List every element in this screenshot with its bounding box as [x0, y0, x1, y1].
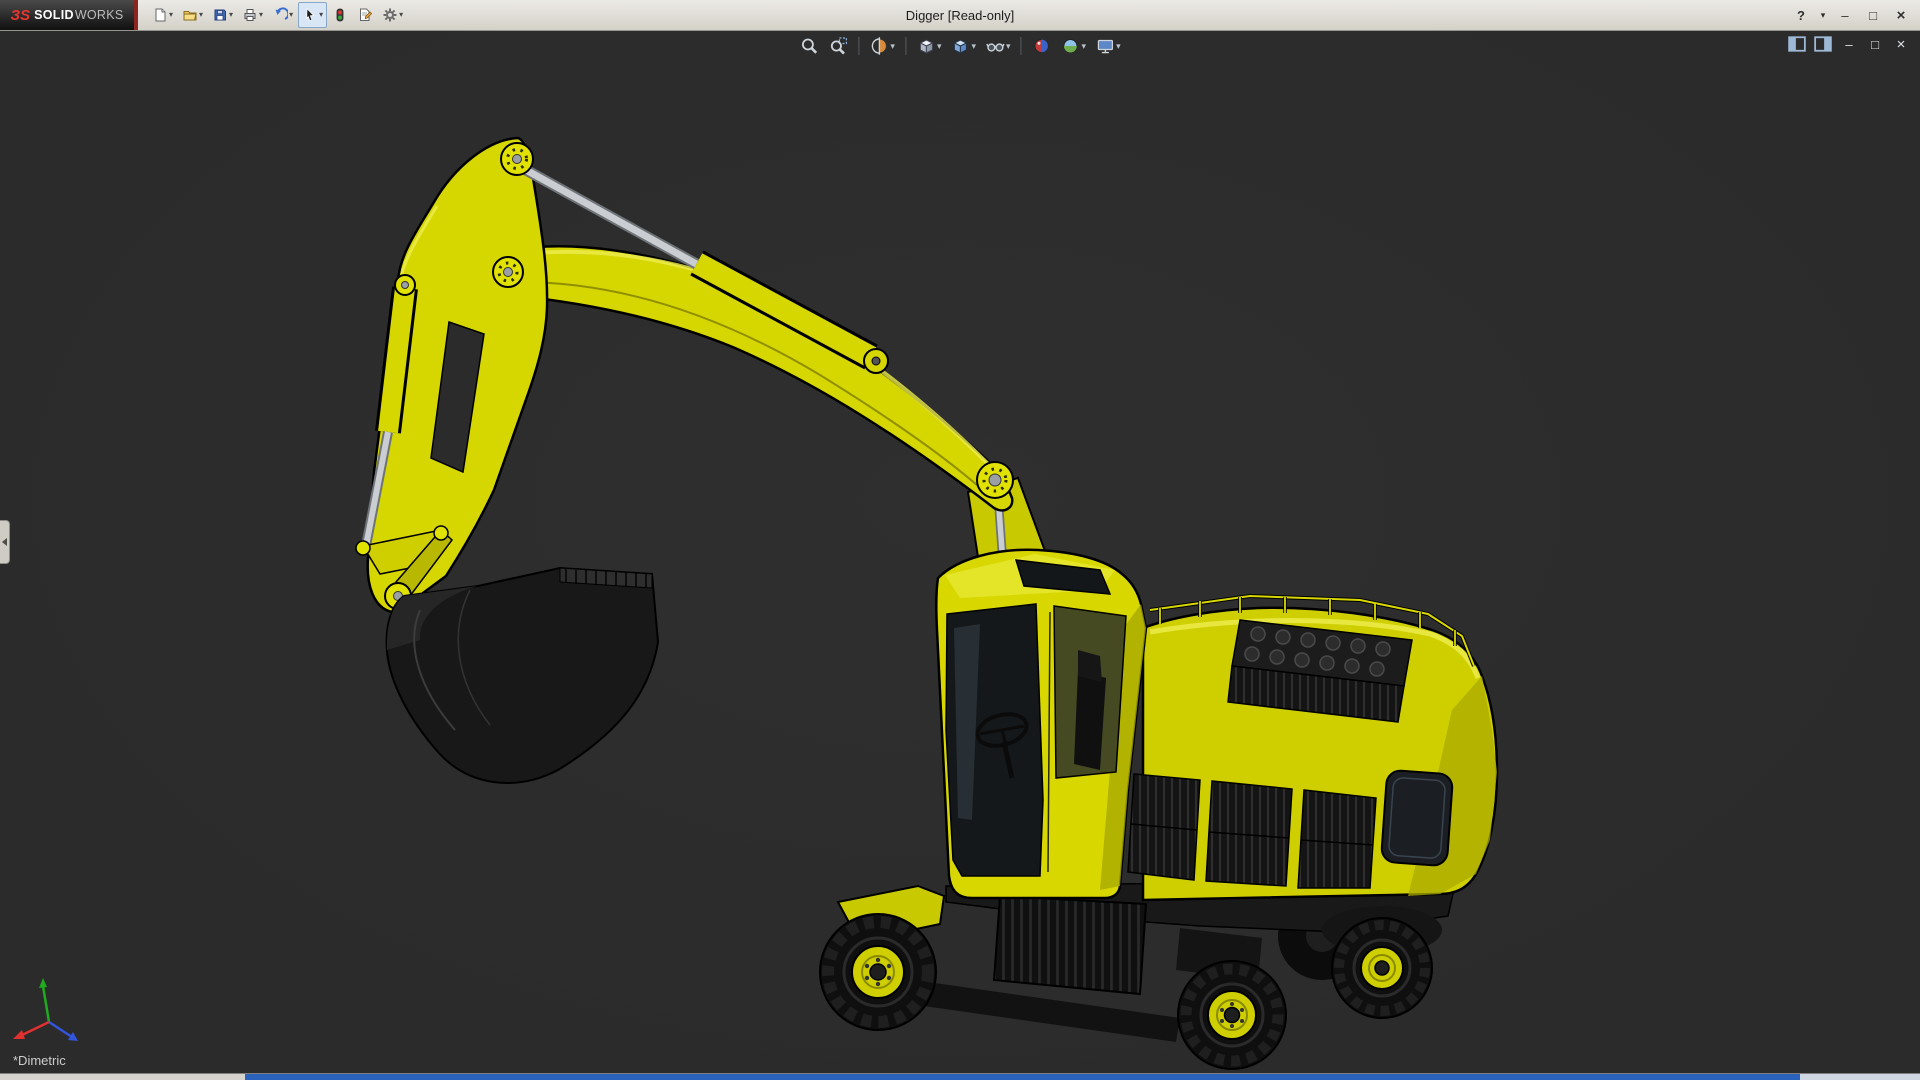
- maximize-button[interactable]: □: [1860, 3, 1886, 27]
- section-view-icon: [869, 36, 889, 56]
- pane-right-icon[interactable]: [1814, 36, 1832, 52]
- view-orientation-button[interactable]: ▾: [914, 35, 944, 57]
- new-document-button[interactable]: ▾: [148, 2, 177, 28]
- edit-appearance-button[interactable]: [1030, 35, 1054, 57]
- close-button[interactable]: ×: [1888, 3, 1914, 27]
- options-gear-icon: [382, 7, 398, 23]
- print-button[interactable]: ▾: [238, 2, 267, 28]
- select-tool-button[interactable]: ▾: [298, 2, 327, 28]
- zoom-to-fit-icon: [799, 36, 819, 56]
- edit-appearance-ball-icon: [1032, 36, 1052, 56]
- zoom-to-fit-button[interactable]: [797, 35, 821, 57]
- file-properties-button[interactable]: [353, 2, 377, 28]
- view-settings-icon: [1095, 36, 1115, 56]
- display-style-dropdown[interactable]: ▾: [971, 42, 976, 51]
- minimize-button[interactable]: –: [1832, 3, 1858, 27]
- save-icon: [212, 7, 228, 23]
- zoom-to-area-icon: [828, 36, 848, 56]
- help-button[interactable]: ?: [1788, 3, 1814, 27]
- view-orientation-label: *Dimetric: [13, 1053, 66, 1068]
- excavator-model[interactable]: [356, 138, 1497, 1069]
- undo-dropdown[interactable]: ▾: [289, 11, 293, 19]
- brand-name-bold: SOLID: [34, 8, 74, 22]
- bucket[interactable]: [387, 568, 658, 783]
- rebuild-button[interactable]: [328, 2, 352, 28]
- document-minimize-button[interactable]: –: [1840, 36, 1858, 52]
- select-cursor-icon: [302, 7, 318, 23]
- collapse-arrow-icon: [2, 538, 7, 546]
- save-button[interactable]: ▾: [208, 2, 237, 28]
- orientation-triad: [13, 978, 78, 1041]
- options-button[interactable]: ▾: [378, 2, 407, 28]
- view-settings-dropdown[interactable]: ▾: [1116, 42, 1121, 51]
- hide-show-dropdown[interactable]: ▾: [1006, 42, 1011, 51]
- solidworks-logo: ЗS SOLID WORKS: [0, 0, 134, 30]
- print-icon: [242, 7, 258, 23]
- main-toolbar: ▾ ▾ ▾ ▾: [148, 2, 407, 28]
- rebuild-traffic-light-icon: [332, 7, 348, 23]
- apply-scene-button[interactable]: ▾: [1059, 35, 1089, 57]
- open-folder-icon: [182, 7, 198, 23]
- print-dropdown[interactable]: ▾: [259, 11, 263, 19]
- document-close-button[interactable]: ×: [1892, 36, 1910, 52]
- window-controls: ? ▾ – □ ×: [1788, 3, 1920, 27]
- brand-name-light: WORKS: [75, 8, 124, 22]
- options-dropdown[interactable]: ▾: [399, 11, 403, 19]
- undo-button[interactable]: ▾: [268, 2, 297, 28]
- document-restore-button[interactable]: □: [1866, 36, 1884, 52]
- wheel-rear-right[interactable]: [1332, 918, 1432, 1018]
- display-style-button[interactable]: ▾: [948, 35, 978, 57]
- document-window-controls: – □ ×: [1788, 36, 1910, 52]
- dassault-logo-glyph: ЗS: [10, 7, 30, 24]
- title-bar: ЗS SOLID WORKS ▾ ▾ ▾: [0, 0, 1920, 31]
- taskbar-left-segment: [0, 1074, 245, 1080]
- hud-separator: [905, 37, 906, 55]
- featuremanager-flyout-tab[interactable]: [0, 520, 10, 564]
- view-settings-button[interactable]: ▾: [1093, 35, 1123, 57]
- wheel-front-right[interactable]: [1178, 961, 1286, 1069]
- heads-up-view-toolbar: ▾ ▾ ▾: [797, 35, 1122, 57]
- viewport-canvas[interactable]: [0, 30, 1920, 1074]
- undo-icon: [272, 7, 288, 23]
- open-dropdown[interactable]: ▾: [199, 11, 203, 19]
- engine-body[interactable]: [1128, 596, 1497, 900]
- view-orientation-dropdown[interactable]: ▾: [937, 42, 942, 51]
- brand-accent-stripe: [134, 0, 138, 30]
- open-document-button[interactable]: ▾: [178, 2, 207, 28]
- pane-left-icon[interactable]: [1788, 36, 1806, 52]
- graphics-viewport[interactable]: ▾ ▾ ▾: [0, 30, 1920, 1074]
- cab[interactable]: [936, 550, 1146, 898]
- taskbar-accent-segment: [245, 1074, 1800, 1080]
- save-dropdown[interactable]: ▾: [229, 11, 233, 19]
- help-dropdown[interactable]: ▾: [1816, 3, 1830, 27]
- new-dropdown[interactable]: ▾: [169, 11, 173, 19]
- section-view-button[interactable]: ▾: [867, 35, 897, 57]
- view-orientation-cube-icon: [916, 36, 936, 56]
- new-document-icon: [152, 7, 168, 23]
- apply-scene-sphere-icon: [1061, 36, 1081, 56]
- zoom-to-area-button[interactable]: [826, 35, 850, 57]
- hide-show-glasses-icon: [985, 36, 1005, 56]
- rear-panel: [1381, 770, 1453, 866]
- taskbar-right-segment: [1800, 1074, 1920, 1080]
- wheel-front-left[interactable]: [820, 914, 936, 1030]
- file-properties-icon: [357, 7, 373, 23]
- apply-scene-dropdown[interactable]: ▾: [1082, 42, 1087, 51]
- taskbar-strip[interactable]: [0, 1073, 1920, 1080]
- hud-separator: [858, 37, 859, 55]
- hud-separator: [1021, 37, 1022, 55]
- hide-show-items-button[interactable]: ▾: [983, 35, 1013, 57]
- section-view-dropdown[interactable]: ▾: [890, 42, 895, 51]
- display-style-cube-icon: [950, 36, 970, 56]
- select-dropdown[interactable]: ▾: [319, 11, 323, 19]
